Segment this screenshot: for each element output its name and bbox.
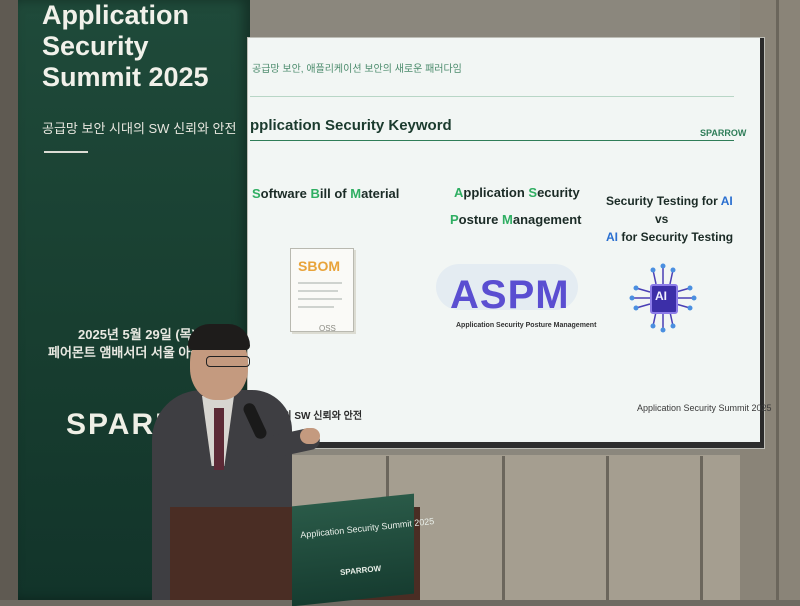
wall-seam [700, 456, 703, 600]
kw-letter: M [350, 186, 362, 201]
slide-brand: SPARROW [700, 128, 747, 138]
slide-title: pplication Security Keyword [250, 117, 452, 134]
kw-letter: P [450, 212, 459, 227]
aspm-label: ASPM [450, 273, 570, 317]
banner-title-line: Application [42, 0, 189, 30]
keyword-aspm-line2: Posture Management [450, 212, 582, 227]
kw-text: Security Testing for [606, 194, 721, 208]
kw-text: oftware [260, 186, 311, 201]
kw-text: ill of [319, 186, 351, 201]
slide-footer-right: Application Security Summit 2025 [637, 403, 772, 413]
kw-ai: AI [606, 230, 618, 244]
kw-text: ecurity [537, 185, 580, 200]
keyword-sbom: Software Bill of Material [252, 186, 399, 201]
speaker-tie [214, 408, 224, 470]
kw-text: anagement [512, 212, 582, 227]
kw-text: osture [458, 212, 503, 227]
kw-letter: A [454, 185, 464, 200]
kw-text: pplication [463, 185, 529, 200]
doc-line [298, 306, 334, 308]
banner-venue: 페어몬트 앰배서더 서울 아잘 [48, 345, 203, 360]
keyword-ai-line2: AI for Security Testing [606, 230, 733, 244]
kw-ai: AI [720, 194, 733, 208]
kw-text: for Security Testing [618, 230, 734, 244]
slide-title-rule [250, 140, 734, 141]
sbom-label: SBOM [298, 258, 340, 274]
banner-date: 2025년 5월 29일 (목) [78, 327, 196, 342]
wall-seam [606, 456, 609, 600]
banner-title-line: Security [42, 31, 149, 61]
ai-chip-label: AI [655, 289, 667, 303]
wall-seam [502, 456, 505, 600]
banner-title: Application Security Summit 2025 [42, 0, 247, 93]
keyword-aspm-line1: Application Security [454, 185, 580, 200]
oss-label: OSS [319, 324, 336, 333]
speaker-hair [188, 324, 250, 350]
speaker-hand [300, 428, 320, 444]
keyword-ai-vs: vs [655, 212, 669, 226]
podium-sign [292, 493, 414, 606]
banner-title-line: Summit 2025 [42, 62, 209, 92]
slide-top-rule [250, 96, 734, 97]
banner-subtitle: 공급망 보안 시대의 SW 신뢰와 안전 [42, 121, 237, 136]
kw-text: aterial [361, 186, 400, 201]
slide-breadcrumb: 공급망 보안, 애플리케이션 보안의 새로운 패러다임 [252, 64, 462, 75]
wall-seam [776, 0, 779, 600]
doc-line [298, 282, 342, 284]
banner-divider [44, 151, 88, 153]
doc-line [298, 290, 338, 292]
speaker-glasses [206, 356, 250, 367]
kw-letter: B [310, 186, 320, 201]
kw-letter: M [502, 212, 513, 227]
keyword-ai-line1: Security Testing for AI [606, 194, 733, 208]
kw-letter: S [528, 185, 538, 200]
kw-letter: S [252, 186, 261, 201]
doc-line [298, 298, 342, 300]
aspm-subtitle: Application Security Posture Management [456, 322, 597, 329]
